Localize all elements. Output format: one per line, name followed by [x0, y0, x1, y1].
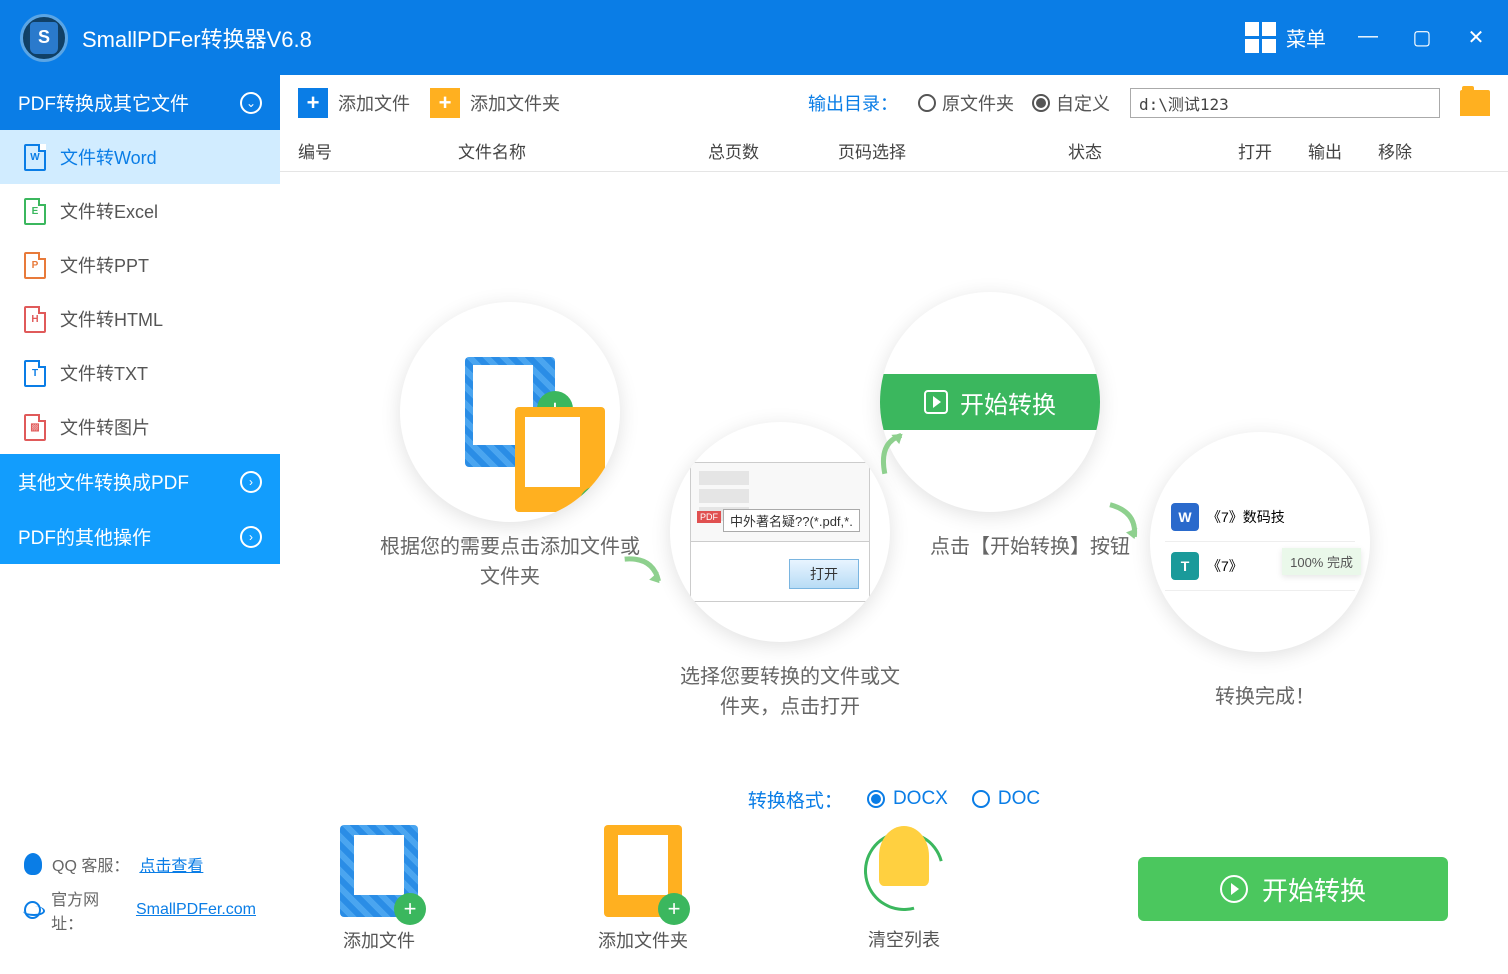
guide-text-step1: 根据您的需要点击添加文件或文件夹: [380, 532, 640, 592]
sidebar-section-other-to-pdf[interactable]: 其他文件转换成PDF ›: [0, 454, 280, 509]
radio-doc[interactable]: DOC: [972, 788, 1040, 810]
sidebar-section-pdf-to-other[interactable]: PDF转换成其它文件 ⌄: [0, 75, 280, 130]
chevron-down-icon: ⌄: [240, 92, 262, 114]
col-open: 打开: [1238, 138, 1308, 163]
broom-icon: [869, 826, 939, 916]
table-header: 编号 文件名称 总页数 页码选择 状态 打开 输出 移除: [280, 130, 1508, 172]
minimize-button[interactable]: —: [1356, 25, 1380, 50]
guide-step1-circle: + +: [400, 302, 620, 522]
sidebar-item-ppt[interactable]: P 文件转PPT: [0, 238, 280, 292]
guide-illustration: + + PDF 中外著名疑??(*.pdf,*. 打开 开始转换 W《7》数码技: [280, 172, 1508, 774]
menu-button[interactable]: 菜单: [1245, 22, 1326, 53]
image-file-icon: ▨: [24, 414, 46, 441]
sidebar-item-excel[interactable]: E 文件转Excel: [0, 184, 280, 238]
output-path-input[interactable]: [1130, 88, 1440, 118]
radio-custom-folder[interactable]: 自定义: [1032, 90, 1110, 116]
sidebar-section-pdf-other-ops[interactable]: PDF的其他操作 ›: [0, 509, 280, 564]
radio-checked-icon: [1032, 94, 1050, 112]
guide-text-step2: 选择您要转换的文件或文件夹，点击打开: [680, 662, 900, 722]
action-add-folder[interactable]: + 添加文件夹: [598, 825, 688, 953]
plus-icon: +: [430, 88, 460, 118]
format-row: 转换格式： DOCX DOC: [280, 774, 1508, 824]
qq-icon: [24, 853, 42, 875]
chevron-right-icon: ›: [240, 471, 262, 493]
sidebar-item-txt[interactable]: T 文件转TXT: [0, 346, 280, 400]
col-number: 编号: [298, 138, 458, 163]
txt-file-icon: T: [24, 360, 46, 387]
action-add-file[interactable]: + 添加文件: [340, 825, 418, 953]
col-output: 输出: [1308, 138, 1378, 163]
col-total-pages: 总页数: [708, 138, 838, 163]
start-convert-button[interactable]: 开始转换: [1138, 857, 1448, 921]
add-file-button[interactable]: + 添加文件: [298, 88, 410, 118]
col-page-range: 页码选择: [838, 138, 1068, 163]
bottom-action-bar: + 添加文件 + 添加文件夹 清空列表 开始转换: [280, 824, 1508, 974]
guide-step4-circle: W《7》数码技 T《7》 100% 完成: [1150, 432, 1370, 652]
toolbar: + 添加文件 + 添加文件夹 输出目录： 原文件夹 自定义: [280, 75, 1508, 130]
radio-icon: [972, 790, 990, 808]
add-folder-icon: +: [604, 825, 682, 917]
content-area: + 添加文件 + 添加文件夹 输出目录： 原文件夹 自定义: [280, 75, 1508, 974]
sidebar: PDF转换成其它文件 ⌄ W 文件转Word E 文件转Excel P 文件转P…: [0, 75, 280, 974]
format-label: 转换格式：: [748, 786, 843, 813]
maximize-button[interactable]: ▢: [1410, 25, 1434, 50]
ppt-file-icon: P: [24, 252, 46, 279]
radio-docx[interactable]: DOCX: [867, 788, 948, 810]
radio-checked-icon: [867, 790, 885, 808]
html-file-icon: H: [24, 306, 46, 333]
radio-original-folder[interactable]: 原文件夹: [918, 90, 1014, 116]
col-remove: 移除: [1378, 138, 1438, 163]
close-button[interactable]: ✕: [1464, 25, 1488, 50]
action-clear-list[interactable]: 清空列表: [868, 826, 940, 952]
app-title: SmallPDFer转换器V6.8: [82, 22, 1245, 54]
excel-file-icon: E: [24, 198, 46, 225]
col-filename: 文件名称: [458, 138, 708, 163]
title-bar: S SmallPDFer转换器V6.8 菜单 — ▢ ✕: [0, 0, 1508, 75]
qq-support-link[interactable]: 点击查看: [139, 852, 203, 876]
output-dir-label: 输出目录：: [808, 90, 898, 116]
col-status: 状态: [1068, 138, 1238, 163]
guide-text-step4: 转换完成！: [1190, 682, 1340, 712]
sidebar-item-word[interactable]: W 文件转Word: [0, 130, 280, 184]
add-file-icon: +: [340, 825, 418, 917]
chevron-right-icon: ›: [240, 526, 262, 548]
browse-folder-button[interactable]: [1460, 90, 1490, 116]
menu-grid-icon: [1245, 22, 1276, 53]
browser-icon: [24, 901, 41, 919]
app-logo-icon: S: [20, 14, 68, 62]
sidebar-footer: QQ 客服： 点击查看 官方网址： SmallPDFer.com: [0, 834, 280, 974]
play-icon: [1220, 875, 1248, 903]
menu-label: 菜单: [1286, 23, 1326, 52]
official-site-link[interactable]: SmallPDFer.com: [136, 901, 256, 919]
sidebar-item-html[interactable]: H 文件转HTML: [0, 292, 280, 346]
radio-icon: [918, 94, 936, 112]
add-folder-button[interactable]: + 添加文件夹: [430, 88, 560, 118]
guide-step3-circle: 开始转换: [880, 292, 1100, 512]
word-file-icon: W: [24, 144, 46, 171]
sidebar-item-image[interactable]: ▨ 文件转图片: [0, 400, 280, 454]
plus-icon: +: [298, 88, 328, 118]
